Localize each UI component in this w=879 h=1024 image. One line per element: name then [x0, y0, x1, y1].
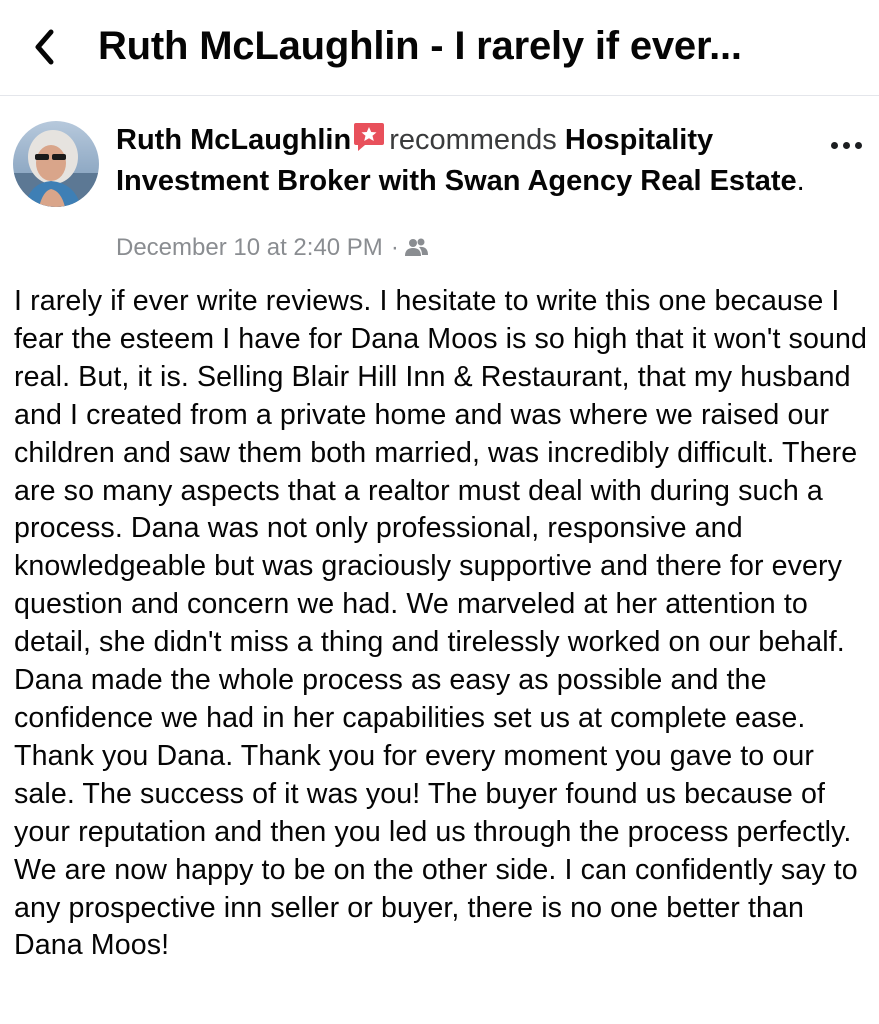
- post-meta: December 10 at 2:40 PM ·: [116, 232, 429, 264]
- action-text: recommends: [389, 124, 557, 156]
- back-button[interactable]: [22, 22, 66, 72]
- page-title: Ruth McLaughlin - I rarely if ever...: [98, 24, 742, 68]
- timestamp[interactable]: December 10 at 2:40 PM: [116, 232, 383, 264]
- period: .: [796, 165, 805, 197]
- dot-icon: [830, 141, 838, 149]
- chevron-left-icon: [35, 29, 54, 65]
- recommendation-badge-icon: [353, 121, 385, 163]
- dot-icon: [854, 141, 862, 149]
- top-bar: Ruth McLaughlin - I rarely if ever...: [0, 0, 879, 96]
- friends-icon: [404, 238, 428, 256]
- dot-icon: [842, 141, 850, 149]
- post-header: Ruth McLaughlin recommends Hospitality In…: [116, 121, 806, 200]
- avatar-photo: [13, 121, 99, 207]
- separator: ·: [390, 234, 399, 261]
- author-name[interactable]: Ruth McLaughlin: [116, 124, 351, 156]
- review-text: I rarely if ever write reviews. I hesita…: [14, 285, 867, 962]
- avatar[interactable]: [13, 121, 99, 207]
- more-options-button[interactable]: [822, 127, 870, 163]
